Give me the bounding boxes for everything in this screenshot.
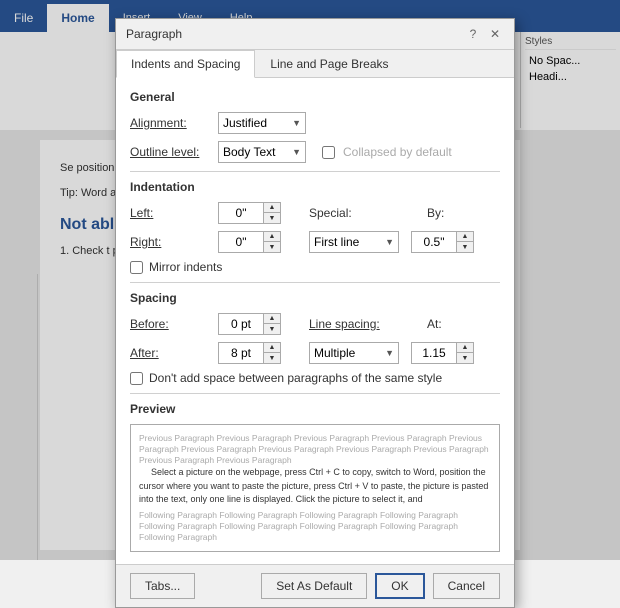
alignment-arrow-icon: ▼ (292, 118, 301, 128)
at-arrows: ▲ ▼ (456, 343, 473, 363)
preview-main-text: Select a picture on the webpage, press C… (139, 466, 491, 507)
right-indent-input[interactable] (219, 232, 263, 252)
outline-value: Body Text (223, 145, 275, 159)
right-indent-label: Right: (130, 235, 210, 249)
special-value: First line (314, 235, 359, 249)
set-default-button[interactable]: Set As Default (261, 573, 367, 599)
collapsed-label: Collapsed by default (343, 145, 452, 159)
special-select[interactable]: First line ▼ (309, 231, 399, 253)
alignment-row: Alignment: Justified ▼ (130, 112, 500, 134)
dialog-title: Paragraph (126, 27, 182, 41)
left-indent-down[interactable]: ▼ (264, 213, 280, 223)
dialog-help-button[interactable]: ? (464, 25, 482, 43)
dialog-controls: ? ✕ (464, 25, 504, 43)
section-spacing: Spacing (130, 291, 500, 305)
after-up[interactable]: ▲ (264, 343, 280, 353)
donot-checkbox[interactable] (130, 372, 143, 385)
divider-3 (130, 393, 500, 394)
right-indent-up[interactable]: ▲ (264, 232, 280, 242)
by-spinner[interactable]: ▲ ▼ (411, 231, 474, 253)
line-spacing-label: Line spacing: (309, 317, 389, 331)
by-label: By: (427, 206, 507, 220)
outline-row: Outline level: Body Text ▼ Collapsed by … (130, 141, 500, 163)
before-arrows: ▲ ▼ (263, 314, 280, 334)
alignment-value: Justified (223, 116, 267, 130)
after-row: After: ▲ ▼ Multiple ▼ ▲ ▼ (130, 342, 500, 364)
after-arrows: ▲ ▼ (263, 343, 280, 363)
alignment-select[interactable]: Justified ▼ (218, 112, 306, 134)
tabs-button[interactable]: Tabs... (130, 573, 195, 599)
line-spacing-value: Multiple (314, 346, 355, 360)
preview-box: Previous Paragraph Previous Paragraph Pr… (130, 424, 500, 552)
preview-prev-text: Previous Paragraph Previous Paragraph Pr… (139, 433, 491, 466)
outline-label: Outline level: (130, 145, 210, 159)
left-indent-arrows: ▲ ▼ (263, 203, 280, 223)
tab-indents-spacing[interactable]: Indents and Spacing (116, 50, 255, 78)
at-label: At: (427, 317, 507, 331)
by-input[interactable] (412, 232, 456, 252)
divider-1 (130, 171, 500, 172)
preview-follow-text: Following Paragraph Following Paragraph … (139, 510, 491, 543)
special-arrow-icon: ▼ (385, 237, 394, 247)
by-down[interactable]: ▼ (457, 242, 473, 252)
outline-select[interactable]: Body Text ▼ (218, 141, 306, 163)
footer-left: Tabs... (130, 573, 195, 599)
before-down[interactable]: ▼ (264, 324, 280, 334)
left-indent-spinner[interactable]: ▲ ▼ (218, 202, 281, 224)
ok-button[interactable]: OK (375, 573, 424, 599)
section-preview: Preview (130, 402, 500, 416)
at-input[interactable] (412, 343, 456, 363)
line-spacing-arrow-icon: ▼ (385, 348, 394, 358)
mirror-row: Mirror indents (130, 260, 500, 274)
before-up[interactable]: ▲ (264, 314, 280, 324)
after-down[interactable]: ▼ (264, 353, 280, 363)
dialog-titlebar: Paragraph ? ✕ (116, 19, 514, 50)
section-indentation: Indentation (130, 180, 500, 194)
by-up[interactable]: ▲ (457, 232, 473, 242)
at-down[interactable]: ▼ (457, 353, 473, 363)
mirror-checkbox[interactable] (130, 261, 143, 274)
alignment-label: Alignment: (130, 116, 210, 130)
donot-row: Don't add space between paragraphs of th… (130, 371, 500, 385)
right-indent-spinner[interactable]: ▲ ▼ (218, 231, 281, 253)
dialog-overlay: Paragraph ? ✕ Indents and Spacing Line a… (0, 0, 620, 560)
section-general: General (130, 90, 500, 104)
left-indent-input[interactable] (219, 203, 263, 223)
dialog-close-button[interactable]: ✕ (486, 25, 504, 43)
collapsed-checkbox[interactable] (322, 146, 335, 159)
right-indent-row: Right: ▲ ▼ First line ▼ ▲ ▼ (130, 231, 500, 253)
dialog-footer: Tabs... Set As Default OK Cancel (116, 564, 514, 607)
after-input[interactable] (219, 343, 263, 363)
before-label: Before: (130, 317, 210, 331)
special-label: Special: (309, 206, 389, 220)
right-indent-arrows: ▲ ▼ (263, 232, 280, 252)
at-up[interactable]: ▲ (457, 343, 473, 353)
after-label: After: (130, 346, 210, 360)
left-indent-row: Left: ▲ ▼ Special: By: (130, 202, 500, 224)
dialog-tabs: Indents and Spacing Line and Page Breaks (116, 50, 514, 78)
outline-arrow-icon: ▼ (292, 147, 301, 157)
before-row: Before: ▲ ▼ Line spacing: At: (130, 313, 500, 335)
divider-2 (130, 282, 500, 283)
donot-label: Don't add space between paragraphs of th… (149, 371, 442, 385)
mirror-label: Mirror indents (149, 260, 222, 274)
line-spacing-select[interactable]: Multiple ▼ (309, 342, 399, 364)
tab-line-page-breaks[interactable]: Line and Page Breaks (255, 50, 403, 78)
dialog-body: General Alignment: Justified ▼ Outline l… (116, 78, 514, 564)
left-indent-label: Left: (130, 206, 210, 220)
before-spinner[interactable]: ▲ ▼ (218, 313, 281, 335)
right-indent-down[interactable]: ▼ (264, 242, 280, 252)
by-arrows: ▲ ▼ (456, 232, 473, 252)
at-spinner[interactable]: ▲ ▼ (411, 342, 474, 364)
before-input[interactable] (219, 314, 263, 334)
footer-right: Set As Default OK Cancel (261, 573, 500, 599)
after-spinner[interactable]: ▲ ▼ (218, 342, 281, 364)
left-indent-up[interactable]: ▲ (264, 203, 280, 213)
cancel-button[interactable]: Cancel (433, 573, 500, 599)
paragraph-dialog: Paragraph ? ✕ Indents and Spacing Line a… (115, 18, 515, 608)
